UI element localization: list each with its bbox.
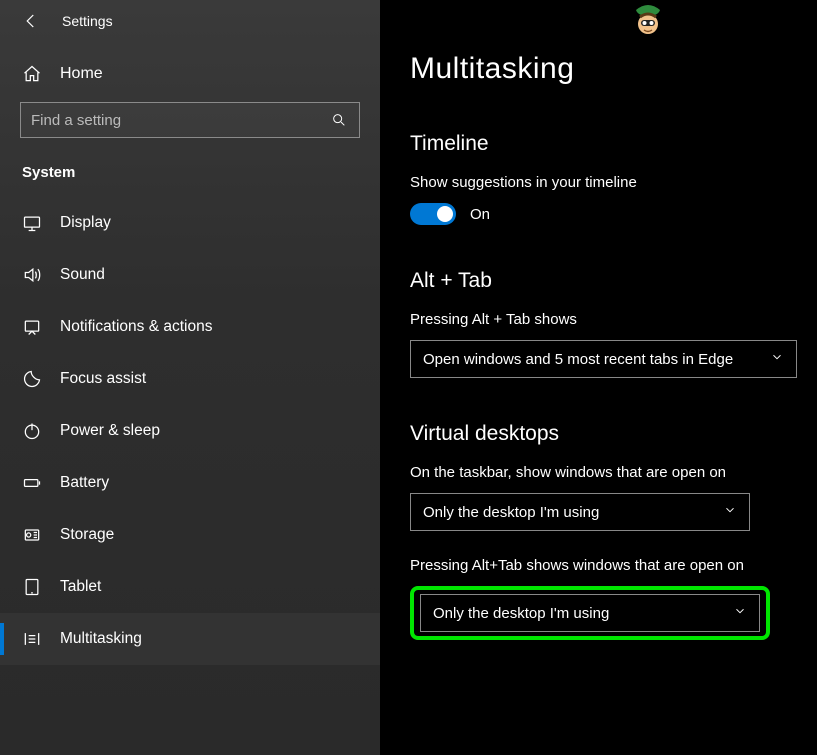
- chevron-down-icon: [733, 604, 747, 622]
- sidebar-item-sound[interactable]: Sound: [0, 249, 380, 301]
- chevron-down-icon: [723, 503, 737, 521]
- sidebar-item-notifications[interactable]: Notifications & actions: [0, 301, 380, 353]
- alttab-dropdown-value: Open windows and 5 most recent tabs in E…: [423, 351, 733, 368]
- alttab-description: Pressing Alt + Tab shows: [410, 311, 797, 328]
- notifications-icon: [22, 317, 42, 337]
- avatar: [628, 2, 668, 42]
- storage-icon: [22, 525, 42, 545]
- home-icon: [22, 64, 42, 84]
- chevron-down-icon: [770, 350, 784, 368]
- vdesktops-heading: Virtual desktops: [410, 422, 797, 446]
- main-content: Multitasking Timeline Show suggestions i…: [380, 0, 817, 755]
- timeline-toggle-state: On: [470, 206, 490, 223]
- sidebar-item-battery[interactable]: Battery: [0, 457, 380, 509]
- power-icon: [22, 421, 42, 441]
- timeline-section: Timeline Show suggestions in your timeli…: [410, 132, 797, 225]
- sidebar-item-label: Power & sleep: [60, 422, 160, 440]
- vdesktops-taskbar-description: On the taskbar, show windows that are op…: [410, 464, 797, 481]
- search-input[interactable]: [31, 112, 329, 129]
- titlebar: Settings: [0, 12, 380, 48]
- sidebar-item-label: Display: [60, 214, 111, 232]
- timeline-description: Show suggestions in your timeline: [410, 174, 797, 191]
- timeline-toggle[interactable]: [410, 203, 456, 225]
- sidebar-item-power-sleep[interactable]: Power & sleep: [0, 405, 380, 457]
- alttab-heading: Alt + Tab: [410, 269, 797, 293]
- search-box[interactable]: [20, 102, 360, 138]
- window-title: Settings: [62, 13, 113, 29]
- page-title: Multitasking: [410, 52, 797, 86]
- sidebar-item-label: Multitasking: [60, 630, 142, 648]
- timeline-heading: Timeline: [410, 132, 797, 156]
- focus-assist-icon: [22, 369, 42, 389]
- alttab-section: Alt + Tab Pressing Alt + Tab shows Open …: [410, 269, 797, 378]
- virtual-desktops-section: Virtual desktops On the taskbar, show wi…: [410, 422, 797, 640]
- vdesktops-alttab-dropdown[interactable]: Only the desktop I'm using: [420, 594, 760, 632]
- back-button[interactable]: [22, 12, 40, 30]
- sidebar-item-multitasking[interactable]: Multitasking: [0, 613, 380, 665]
- display-icon: [22, 213, 42, 233]
- alttab-dropdown[interactable]: Open windows and 5 most recent tabs in E…: [410, 340, 797, 378]
- sidebar-item-label: Notifications & actions: [60, 318, 213, 336]
- sidebar-item-display[interactable]: Display: [0, 197, 380, 249]
- vdesktops-taskbar-dropdown[interactable]: Only the desktop I'm using: [410, 493, 750, 531]
- home-label: Home: [60, 65, 103, 83]
- multitasking-icon: [22, 629, 42, 649]
- vdesktops-alttab-value: Only the desktop I'm using: [433, 605, 609, 622]
- sidebar-item-label: Focus assist: [60, 370, 146, 388]
- vdesktops-taskbar-value: Only the desktop I'm using: [423, 504, 599, 521]
- sidebar-item-label: Sound: [60, 266, 105, 284]
- sidebar-item-label: Storage: [60, 526, 114, 544]
- vdesktops-alttab-description: Pressing Alt+Tab shows windows that are …: [410, 557, 797, 574]
- sidebar-item-tablet[interactable]: Tablet: [0, 561, 380, 613]
- sidebar: Settings Home System Display Sound: [0, 0, 380, 755]
- sidebar-item-label: Battery: [60, 474, 109, 492]
- sidebar-item-label: Tablet: [60, 578, 101, 596]
- home-nav[interactable]: Home: [0, 48, 380, 102]
- sidebar-item-storage[interactable]: Storage: [0, 509, 380, 561]
- sound-icon: [22, 265, 42, 285]
- highlight-annotation: Only the desktop I'm using: [410, 586, 770, 640]
- battery-icon: [22, 473, 42, 493]
- nav-list: Display Sound Notifications & actions Fo…: [0, 197, 380, 665]
- section-heading: System: [0, 158, 380, 197]
- search-icon: [329, 110, 349, 130]
- sidebar-item-focus-assist[interactable]: Focus assist: [0, 353, 380, 405]
- tablet-icon: [22, 577, 42, 597]
